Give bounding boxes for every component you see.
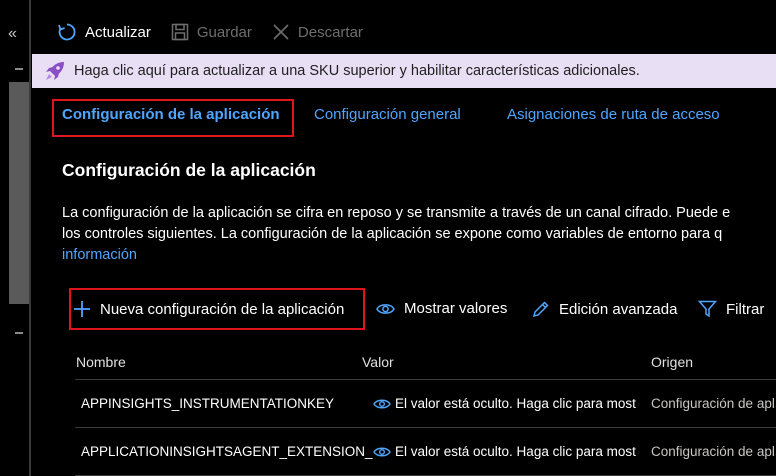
setting-value[interactable]: El valor está oculto. Haga clic para mos… [373,444,636,459]
save-icon [171,23,189,41]
tab-strip: Configuración de la aplicación Configura… [31,96,776,140]
command-bar: Actualizar Guardar Descartar [31,12,383,52]
discard-button[interactable]: Descartar [272,23,363,41]
pencil-icon [532,301,549,318]
new-app-setting-button[interactable]: Nueva configuración de la aplicación [73,300,344,318]
eye-icon [373,399,391,408]
main-pane: Actualizar Guardar Descartar Haga clic a… [31,0,776,476]
refresh-icon [58,23,76,41]
banner-text: Haga clic aquí para actualizar a una SKU… [74,63,640,79]
hidden-value-text: El valor está oculto. Haga clic para mos… [395,396,636,411]
discard-label: Descartar [297,23,363,41]
setting-source: Configuración de apl [651,396,775,411]
advanced-edit-label: Edición avanzada [559,301,678,318]
rail-divider [15,68,23,70]
tab-general-settings[interactable]: Configuración general [314,106,461,123]
settings-action-bar: Nueva configuración de la aplicación Mos… [31,288,776,332]
more-info-link[interactable]: información [62,247,137,263]
upgrade-banner[interactable]: Haga clic aquí para actualizar a una SKU… [32,54,776,88]
description-line: los controles siguientes. La configuraci… [62,226,723,242]
refresh-label: Actualizar [85,23,151,41]
save-button[interactable]: Guardar [171,23,252,41]
eye-icon [373,447,391,456]
setting-name[interactable]: APPINSIGHTS_INSTRUMENTATIONKEY [81,396,334,411]
setting-name[interactable]: APPLICATIONINSIGHTSAGENT_EXTENSION_ [81,444,373,459]
advanced-edit-button[interactable]: Edición avanzada [531,300,677,319]
setting-value[interactable]: El valor está oculto. Haga clic para mos… [373,396,636,411]
left-rail: « [0,0,30,476]
rail-divider [15,332,23,334]
filter-icon [698,300,717,318]
eye-icon [376,303,395,314]
rocket-icon [44,60,66,82]
setting-source: Configuración de apl [651,444,775,459]
show-values-button[interactable]: Mostrar valores [376,300,507,317]
tab-path-mappings[interactable]: Asignaciones de ruta de acceso [507,106,720,123]
show-values-label: Mostrar valores [404,300,508,317]
column-header-source[interactable]: Origen [651,354,693,370]
table-row[interactable]: APPINSIGHTS_INSTRUMENTATIONKEY El valor … [75,381,776,428]
column-header-name[interactable]: Nombre [76,354,126,370]
close-icon [273,24,289,40]
filter-button[interactable]: Filtrar [698,300,764,318]
description-line: La configuración de la aplicación se cif… [62,205,731,221]
plus-icon [74,301,90,317]
refresh-button[interactable]: Actualizar [57,22,151,42]
new-app-setting-label: Nueva configuración de la aplicación [100,300,345,318]
section-description: La configuración de la aplicación se cif… [62,203,776,266]
collapse-icon[interactable]: « [8,24,17,44]
save-label: Guardar [196,23,252,41]
filter-label: Filtrar [726,300,765,318]
table-header: Nombre Valor Origen [75,346,776,380]
rail-scrollbar[interactable] [9,82,29,304]
column-header-value[interactable]: Valor [362,354,394,370]
hidden-value-text: El valor está oculto. Haga clic para mos… [395,444,636,459]
tab-app-settings[interactable]: Configuración de la aplicación [62,106,280,123]
table-row[interactable]: APPLICATIONINSIGHTSAGENT_EXTENSION_ El v… [75,429,776,476]
section-title: Configuración de la aplicación [62,160,316,180]
